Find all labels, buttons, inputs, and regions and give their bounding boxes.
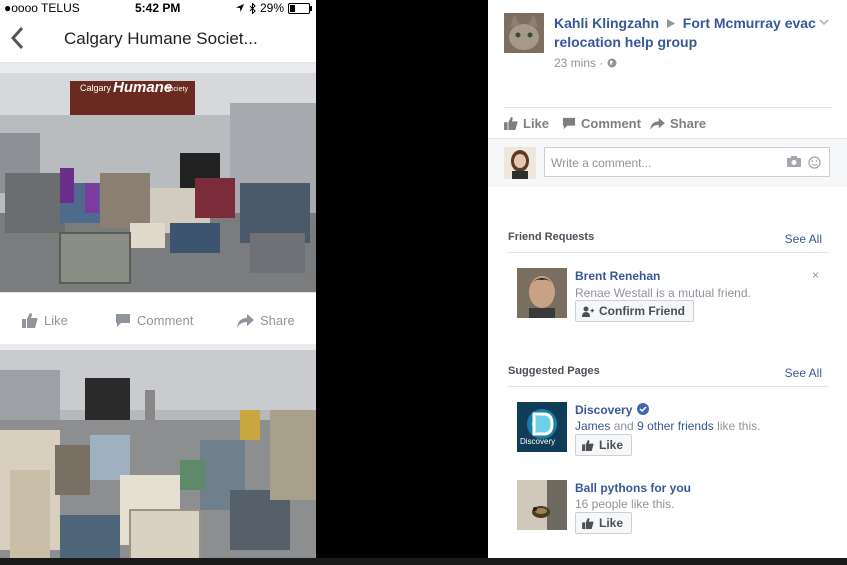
comment-label: Comment [581,116,641,131]
post-photo-crates-building[interactable]: Calgary Humane Society [0,73,316,292]
sign-society: Society [165,86,188,93]
bluetooth-icon [249,2,256,14]
section-divider [508,252,828,253]
share-button[interactable]: Share [650,116,706,131]
friend-avatar[interactable] [517,268,567,318]
author-avatar[interactable] [504,13,544,53]
comment-button[interactable]: Comment [562,116,641,131]
bottom-chat-bar [0,558,847,565]
thumbs-up-icon [504,117,518,130]
sign-humane: Humane [113,79,173,96]
emoji-icon[interactable] [808,156,821,169]
like-this-text: like this. [717,419,761,433]
comment-input[interactable] [549,155,773,171]
ball-pythons-image[interactable] [517,480,567,530]
status-time: 5:42 PM [135,1,181,15]
like-button[interactable]: Like [504,116,549,131]
suggested-pages-see-all[interactable]: See All [785,366,822,380]
dismiss-request-button[interactable]: × [812,268,819,282]
phone-like-button[interactable]: Like [22,313,68,328]
verified-badge-icon [637,403,649,415]
liker-and: and [613,419,634,433]
friend-requests-title: Friend Requests [508,231,595,243]
carrier: ●oooo TELUS [4,1,80,15]
phone-comment-button[interactable]: Comment [115,313,193,328]
thumbs-up-icon [582,439,594,451]
share-label: Share [670,116,707,131]
page-likes-text: 16 people like this. [575,497,675,511]
back-chevron-icon[interactable] [10,26,24,50]
thumbs-up-icon [582,517,594,529]
post-photo-crates-lot[interactable] [0,350,316,565]
friend-name[interactable]: Brent Renehan [575,269,660,283]
comment-bubble-icon [116,314,130,327]
phone-like-label: Like [44,313,68,328]
thumbs-up-icon [22,313,38,328]
page-title: Calgary Humane Societ... [64,29,258,48]
like-page-discovery-button[interactable]: Like [575,434,633,456]
discovery-logo[interactable]: Discovery [517,402,567,452]
comment-area [488,138,847,187]
comment-box[interactable] [544,147,830,177]
current-user-avatar [504,147,536,179]
phone-share-label: Share [260,313,295,328]
confirm-friend-label: Confirm Friend [599,304,685,318]
friend-requests-see-all[interactable]: See All [785,232,822,246]
mutual-friend-text: Renae Westall is a mutual friend. [575,286,751,300]
facebook-panel: Kahli Klingzahn Fort Mcmurray evac reloc… [488,0,847,558]
like-page-ball-pythons-button[interactable]: Like [575,512,633,534]
globe-icon [607,58,617,68]
comment-bubble-icon [562,117,576,130]
friend-liker-name[interactable]: James [575,419,610,433]
nav-bar: Calgary Humane Societ... [0,18,316,63]
like-label: Like [523,116,550,131]
battery-percent: 29% [259,1,284,15]
feed-divider [0,63,316,73]
post-actions: Like Comment Share [504,107,832,138]
page-name-discovery[interactable]: Discovery [575,403,632,417]
triangle-right-icon [666,19,675,28]
phone-panel: ●oooo TELUS 5:42 PM 29% Calgary Humane S… [0,0,316,565]
like-page-label: Like [599,438,624,452]
camera-icon[interactable] [787,156,801,167]
author-name[interactable]: Kahli Klingzahn [554,15,659,31]
share-arrow-icon [237,313,254,328]
share-arrow-icon [650,117,665,130]
phone-post-actions: Like Comment Share [0,292,316,345]
confirm-friend-button[interactable]: Confirm Friend [575,300,694,322]
page-name-ball-pythons[interactable]: Ball pythons for you [575,481,691,495]
discovery-logo-text: Discovery [520,437,556,446]
phone-share-button[interactable]: Share [237,313,295,328]
add-friend-icon [582,306,594,317]
like-page-label: Like [599,516,624,530]
phone-comment-label: Comment [137,313,194,328]
location-icon [235,4,244,12]
chevron-down-icon[interactable] [819,19,829,26]
status-bar: ●oooo TELUS 5:42 PM 29% [0,0,316,16]
suggested-pages-title: Suggested Pages [508,365,600,377]
post-time[interactable]: 23 mins [554,56,596,70]
sign-calgary: Calgary [80,83,112,93]
other-friends-link[interactable]: 9 other friends [637,419,714,433]
battery-icon [288,2,312,14]
section-divider [508,386,828,387]
meta-separator: · [599,56,604,70]
